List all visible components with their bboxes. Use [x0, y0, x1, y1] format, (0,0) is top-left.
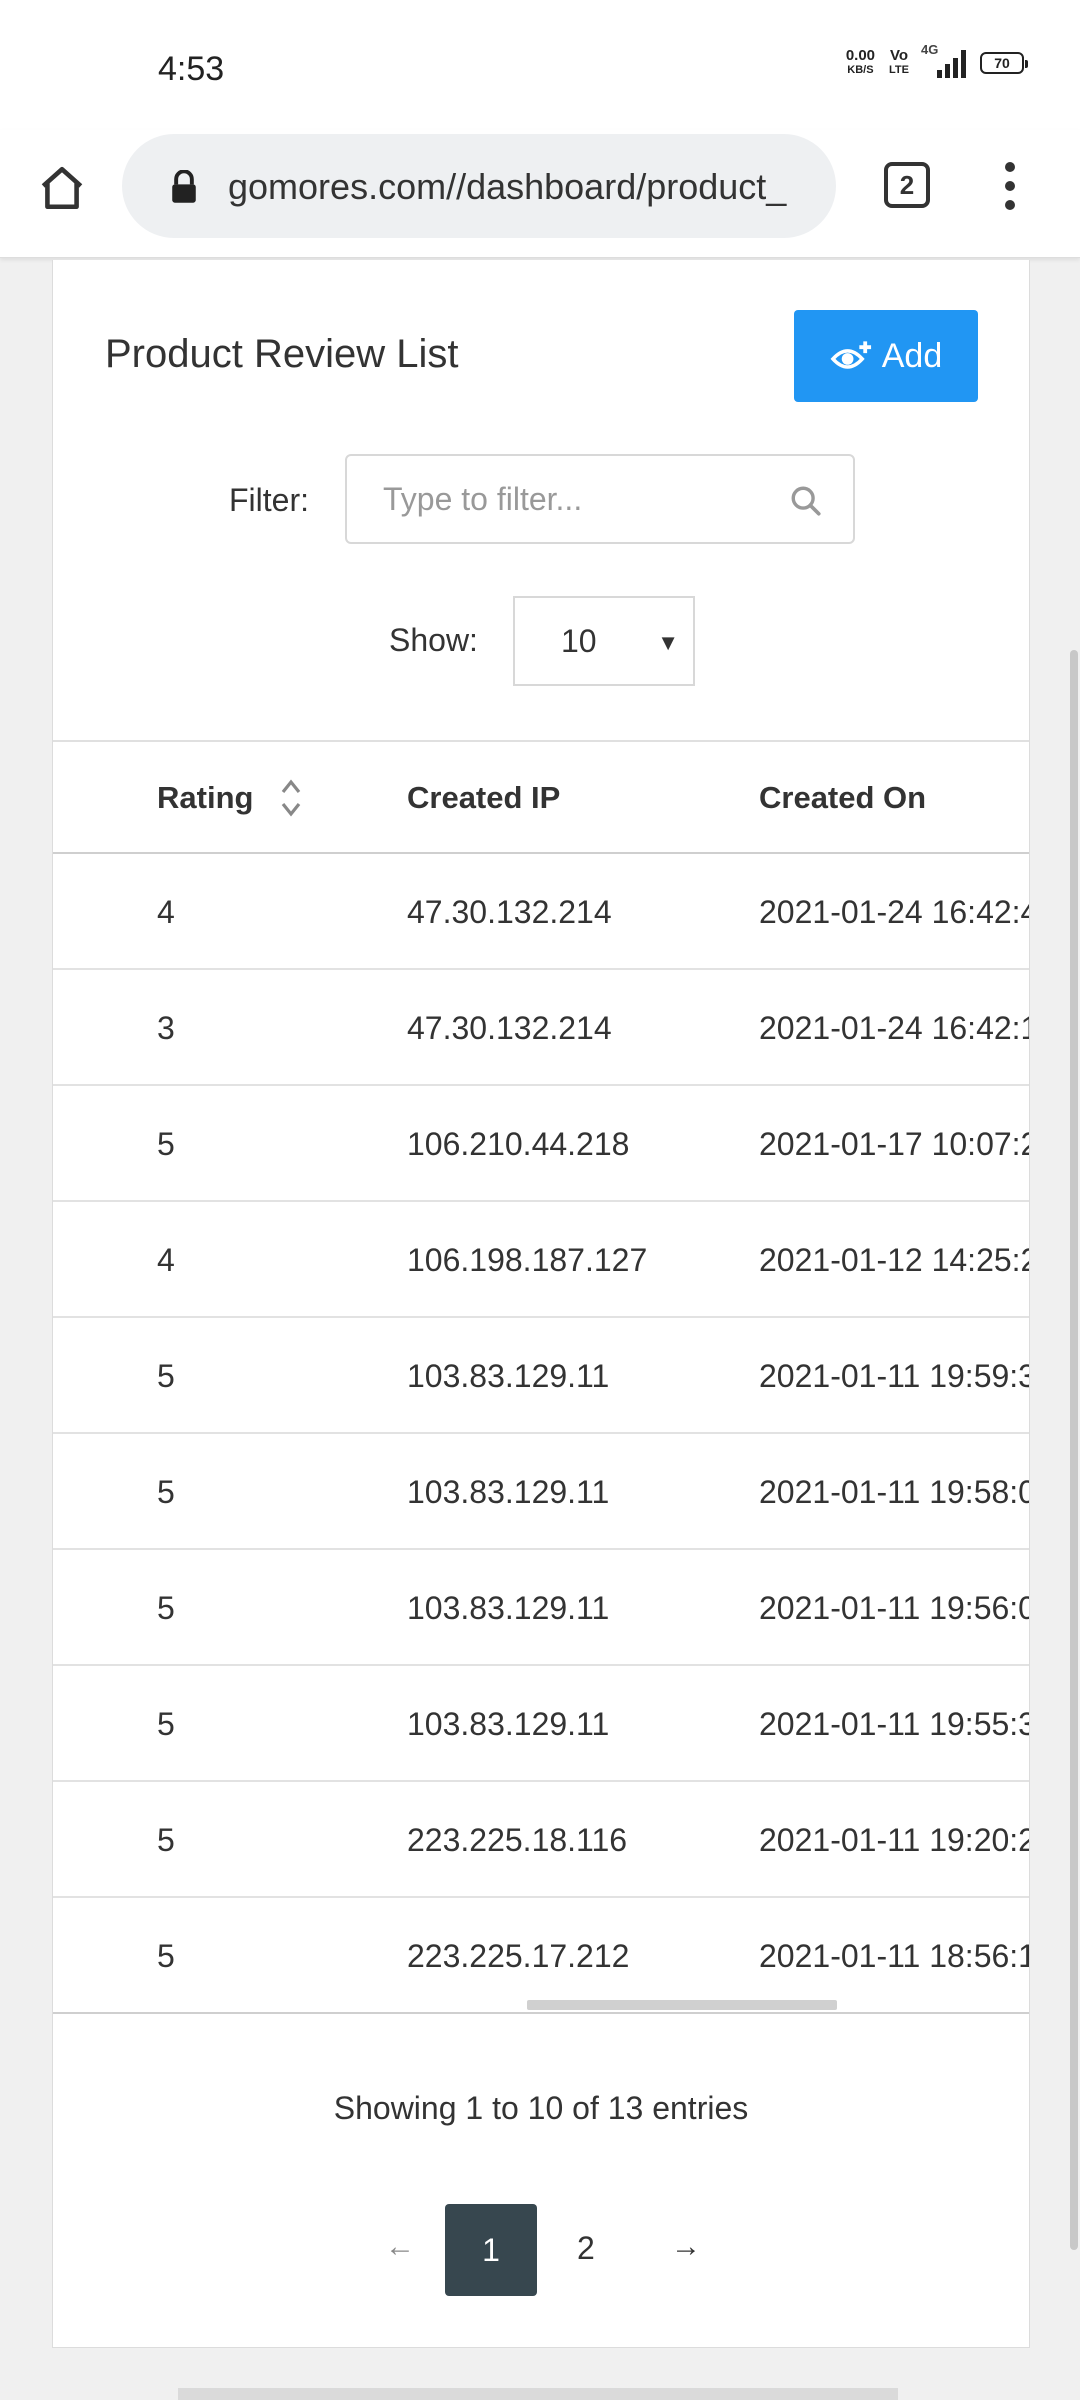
- table-row[interactable]: 5 103.83.129.11 2021-01-11 19:58:0: [53, 1434, 1029, 1550]
- table-row[interactable]: 5 223.225.17.212 2021-01-11 18:56:1: [53, 1898, 1029, 2014]
- table-row[interactable]: 4 47.30.132.214 2021-01-24 16:42:4: [53, 854, 1029, 970]
- filter-field[interactable]: [345, 454, 855, 544]
- ip-cell: 223.225.18.116: [407, 1822, 628, 1858]
- ip-cell: 47.30.132.214: [407, 894, 612, 930]
- search-icon: [791, 486, 821, 516]
- next-page-button[interactable]: →: [671, 2230, 701, 2264]
- table-row[interactable]: 3 47.30.132.214 2021-01-24 16:42:1: [53, 970, 1029, 1086]
- network-type: 4G: [921, 42, 939, 57]
- caret-down-icon: ▼: [657, 630, 679, 655]
- table-row[interactable]: 5 223.225.18.116 2021-01-11 19:20:2: [53, 1782, 1029, 1898]
- table-header: Rating Created IP Created On: [53, 740, 1029, 854]
- ip-cell: 103.83.129.11: [407, 1706, 610, 1742]
- table-row[interactable]: 5 103.83.129.11 2021-01-11 19:55:3: [53, 1666, 1029, 1782]
- ip-cell: 47.30.132.214: [407, 1010, 612, 1046]
- ip-cell: 103.83.129.11: [407, 1358, 610, 1394]
- filter-label: Filter:: [229, 482, 309, 518]
- page-2-button[interactable]: 2: [577, 2230, 595, 2267]
- tab-switcher-button[interactable]: 2: [884, 162, 930, 208]
- rating-cell: 5: [157, 1474, 175, 1510]
- page-size-select[interactable]: 10 ▼: [513, 596, 695, 686]
- ip-cell: 223.225.17.212: [407, 1938, 630, 1974]
- review-card: Product Review List Add Filter: Show: 10…: [52, 260, 1030, 2348]
- table-row[interactable]: 4 106.198.187.127 2021-01-12 14:25:2: [53, 1202, 1029, 1318]
- rating-cell: 5: [157, 1706, 175, 1742]
- horizontal-scrollbar[interactable]: [527, 2000, 837, 2010]
- created-on-cell: 2021-01-11 19:55:3: [759, 1706, 1029, 1742]
- tab-count: 2: [899, 169, 915, 200]
- pagination: ← 1 2 →: [53, 2204, 1029, 2296]
- prev-page-button[interactable]: ←: [385, 2230, 415, 2264]
- rating-cell: 5: [157, 1126, 175, 1162]
- sort-icon[interactable]: [279, 778, 303, 818]
- vertical-scrollbar[interactable]: [1070, 650, 1078, 2250]
- browser-toolbar: gomores.com//dashboard/product_ 2: [0, 130, 1080, 258]
- status-time: 4:53: [158, 50, 225, 88]
- rating-cell: 5: [157, 1590, 175, 1626]
- entries-summary: Showing 1 to 10 of 13 entries: [333, 2090, 749, 2126]
- rating-cell: 5: [157, 1822, 175, 1858]
- page-size-value: 10: [561, 622, 597, 659]
- home-icon: [41, 166, 83, 210]
- table-row[interactable]: 5 103.83.129.11 2021-01-11 19:56:0: [53, 1550, 1029, 1666]
- show-label: Show:: [389, 622, 478, 658]
- rating-cell: 4: [157, 1242, 175, 1278]
- created-on-cell: 2021-01-11 19:20:2: [759, 1822, 1029, 1858]
- created-on-cell: 2021-01-11 19:59:3: [759, 1358, 1029, 1394]
- rating-cell: 5: [157, 1358, 175, 1394]
- lock-icon: [172, 170, 196, 203]
- page-1-button[interactable]: 1: [445, 2204, 537, 2296]
- network-speed: 0.00 KB/S: [845, 47, 876, 76]
- table-divider: [53, 2012, 1029, 2014]
- ip-cell: 106.210.44.218: [407, 1126, 630, 1162]
- eye-plus-icon: [830, 341, 871, 369]
- add-button[interactable]: Add: [794, 310, 978, 402]
- created-on-cell: 2021-01-12 14:25:2: [759, 1242, 1029, 1278]
- status-icons: 0.00 KB/S Vo LTE 4G 70: [845, 42, 1028, 78]
- url-text: gomores.com//dashboard/product_: [228, 166, 787, 207]
- created-on-cell: 2021-01-24 16:42:4: [759, 894, 1029, 930]
- rating-cell: 3: [157, 1010, 175, 1046]
- reviews-table: Rating Created IP Created On 4 47.30.132…: [53, 740, 1029, 2014]
- rating-cell: 5: [157, 1938, 175, 1974]
- ip-cell: 103.83.129.11: [407, 1590, 610, 1626]
- more-vert-icon: [1005, 162, 1015, 172]
- ip-cell: 106.198.187.127: [407, 1242, 648, 1278]
- signal-icon: 4G: [921, 42, 966, 78]
- column-created-on[interactable]: Created On: [759, 780, 926, 816]
- battery-icon: 70: [980, 52, 1028, 74]
- created-on-cell: 2021-01-24 16:42:1: [759, 1010, 1029, 1046]
- browser-menu-button[interactable]: [990, 156, 1030, 216]
- column-rating[interactable]: Rating: [157, 780, 253, 816]
- rating-cell: 4: [157, 894, 175, 930]
- home-button[interactable]: [30, 156, 94, 220]
- address-bar[interactable]: gomores.com//dashboard/product_: [122, 134, 836, 238]
- created-on-cell: 2021-01-17 10:07:2: [759, 1126, 1029, 1162]
- column-created-ip[interactable]: Created IP: [407, 780, 560, 816]
- ip-cell: 103.83.129.11: [407, 1474, 610, 1510]
- created-on-cell: 2021-01-11 18:56:1: [759, 1938, 1029, 1974]
- table-row[interactable]: 5 103.83.129.11 2021-01-11 19:59:3: [53, 1318, 1029, 1434]
- add-label: Add: [881, 336, 943, 375]
- status-bar: 4:53 0.00 KB/S Vo LTE 4G 70: [0, 0, 1080, 130]
- volte-icon: Vo LTE: [889, 47, 909, 76]
- page-title: Product Review List: [105, 332, 459, 376]
- table-row[interactable]: 5 106.210.44.218 2021-01-17 10:07:2: [53, 1086, 1029, 1202]
- created-on-cell: 2021-01-11 19:58:0: [759, 1474, 1029, 1510]
- created-on-cell: 2021-01-11 19:56:0: [759, 1590, 1029, 1626]
- filter-input[interactable]: [347, 456, 767, 542]
- bottom-edge: [178, 2388, 898, 2400]
